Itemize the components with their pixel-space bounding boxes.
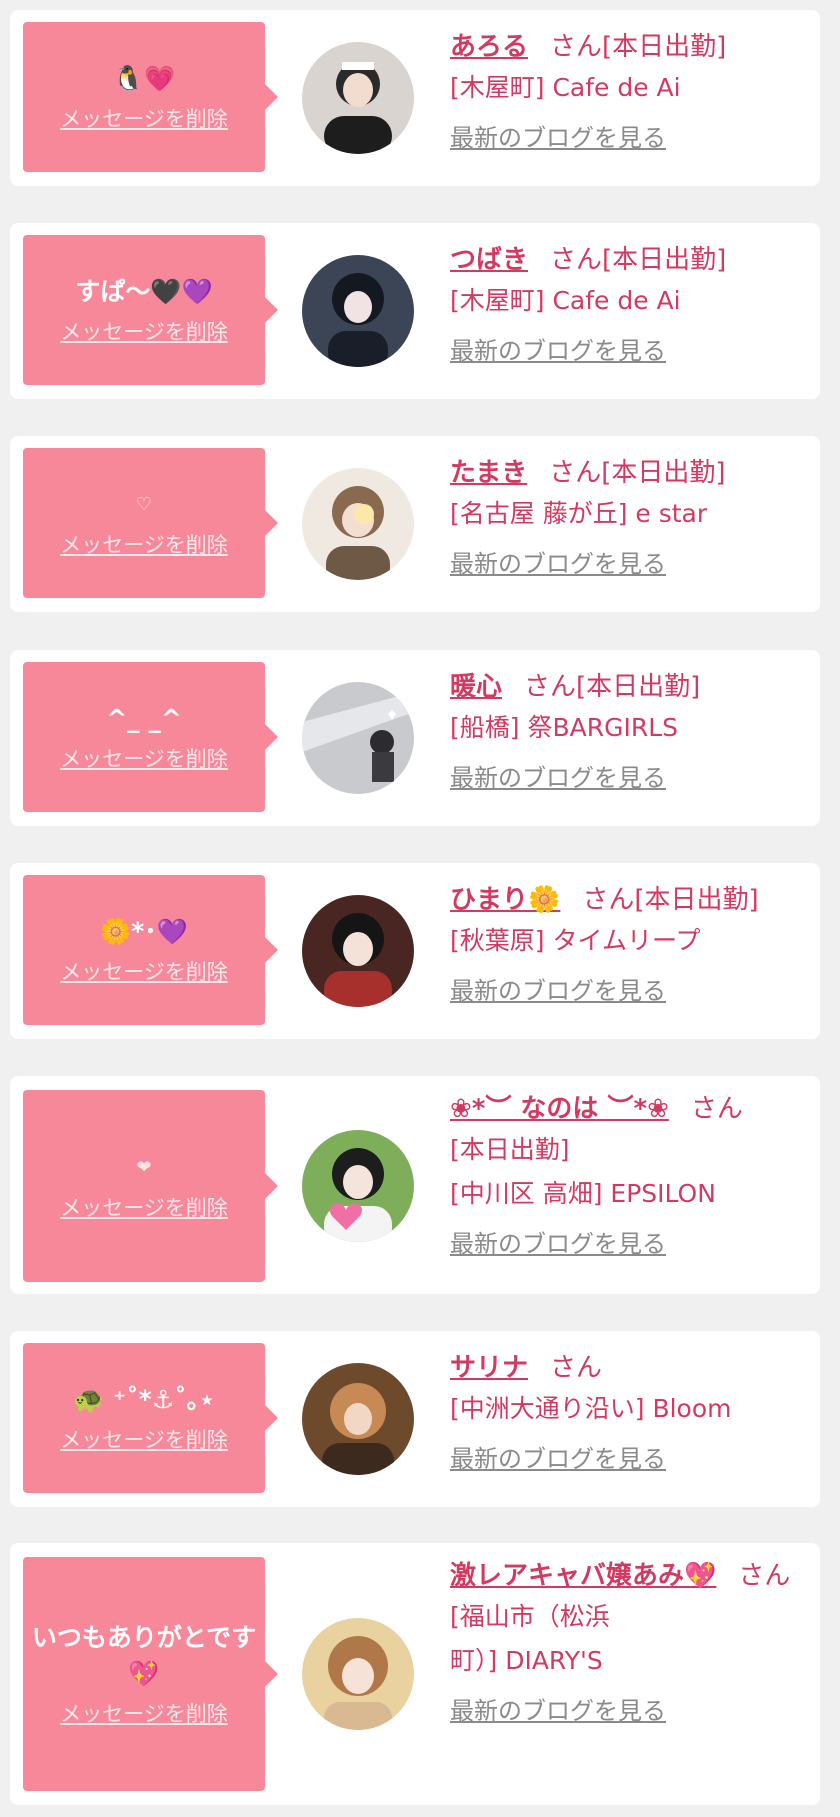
list-item: ^_ _^ メッセージを削除 暖心 さん[本日出勤] [船橋] 祭BARGIRLS… bbox=[10, 650, 820, 826]
delete-message-link[interactable]: メッセージを削除 bbox=[60, 743, 228, 773]
latest-blog-link[interactable]: 最新のブログを見る bbox=[450, 971, 666, 1006]
message-bubble: すぱ〜🖤💜 メッセージを削除 bbox=[23, 235, 278, 385]
delete-message-link[interactable]: メッセージを削除 bbox=[60, 1698, 228, 1728]
latest-blog-link[interactable]: 最新のブログを見る bbox=[450, 331, 666, 366]
profile-name-link[interactable]: あろる bbox=[450, 32, 528, 62]
status-label: [本日出勤] bbox=[576, 672, 701, 702]
message-bubble: ♡ メッセージを削除 bbox=[23, 448, 278, 598]
profile-info: ひまり🌼 さん[本日出勤] [秋葉原] タイムリープ 最新のブログを見る bbox=[450, 881, 810, 1006]
profile-name-link[interactable]: ❀*︶ なのは ︶*❀ bbox=[450, 1094, 669, 1124]
message-bubble: 🐧💗 メッセージを削除 bbox=[23, 22, 278, 172]
message-text: 🌼*･💜 bbox=[100, 917, 188, 946]
list-item: ❤ メッセージを削除 ❀*︶ なのは ︶*❀ さん [本日出勤] [中川区 高畑]… bbox=[10, 1076, 820, 1294]
delete-message-link[interactable]: メッセージを削除 bbox=[60, 316, 228, 346]
list-item: すぱ〜🖤💜 メッセージを削除 つばき さん[本日出勤] [木屋町] Cafe de… bbox=[10, 223, 820, 399]
san-label: さん bbox=[550, 1353, 603, 1383]
profile-info: つばき さん[本日出勤] [木屋町] Cafe de Ai 最新のブログを見る bbox=[450, 241, 810, 366]
avatar[interactable] bbox=[302, 255, 414, 367]
profile-info: 暖心 さん[本日出勤] [船橋] 祭BARGIRLS 最新のブログを見る bbox=[450, 668, 810, 793]
latest-blog-link[interactable]: 最新のブログを見る bbox=[450, 544, 666, 579]
shop-label: [秋葉原] タイムリープ bbox=[450, 926, 701, 955]
avatar[interactable] bbox=[302, 42, 414, 154]
profile-name-link[interactable]: つばき bbox=[450, 245, 528, 275]
san-label: さん bbox=[549, 458, 602, 488]
list-item: 🐧💗 メッセージを削除 あろる さん[本日出勤] [木屋町] Cafe de Ai… bbox=[10, 10, 820, 186]
status-label: [本日出勤] bbox=[602, 245, 727, 275]
avatar[interactable] bbox=[302, 468, 414, 580]
list-item: 🐢 ⁺˚*⚓˚｡⋆ メッセージを削除 サリナ さん [中洲大通り沿い] Bloom… bbox=[10, 1331, 820, 1507]
avatar[interactable] bbox=[302, 682, 414, 794]
message-text: ❤ bbox=[136, 1157, 152, 1178]
profile-name-link[interactable]: 激レアキャバ嬢あみ💖 bbox=[450, 1561, 716, 1591]
latest-blog-link[interactable]: 最新のブログを見る bbox=[450, 1439, 666, 1474]
message-bubble: ^_ _^ メッセージを削除 bbox=[23, 662, 278, 812]
shop-label: [中川区 高畑] EPSILON bbox=[450, 1179, 716, 1208]
message-bubble: 🌼*･💜 メッセージを削除 bbox=[23, 875, 278, 1025]
list-item: 🌼*･💜 メッセージを削除 ひまり🌼 さん[本日出勤] [秋葉原] タイムリープ … bbox=[10, 863, 820, 1039]
profile-info: あろる さん[本日出勤] [木屋町] Cafe de Ai 最新のブログを見る bbox=[450, 28, 810, 153]
san-label: さん bbox=[524, 672, 577, 702]
san-label: さん bbox=[690, 1094, 743, 1124]
shop-label: [福山市（松浜町）] DIARY'S bbox=[450, 1602, 610, 1675]
san-label: さん bbox=[550, 245, 603, 275]
message-text: すぱ〜🖤💜 bbox=[75, 277, 213, 306]
avatar[interactable] bbox=[302, 1363, 414, 1475]
latest-blog-link[interactable]: 最新のブログを見る bbox=[450, 1224, 666, 1259]
san-label: さん bbox=[582, 885, 635, 915]
profile-info: サリナ さん [中洲大通り沿い] Bloom 最新のブログを見る bbox=[450, 1349, 810, 1474]
avatar[interactable] bbox=[302, 1618, 414, 1730]
status-label: [本日出勤] bbox=[634, 885, 759, 915]
shop-label: [木屋町] Cafe de Ai bbox=[450, 286, 681, 315]
latest-blog-link[interactable]: 最新のブログを見る bbox=[450, 118, 666, 153]
message-bubble: ❤ メッセージを削除 bbox=[23, 1090, 278, 1282]
message-text: ^_ _^ bbox=[106, 704, 182, 733]
san-label: さん bbox=[738, 1561, 791, 1591]
message-text: 🐢 ⁺˚*⚓˚｡⋆ bbox=[73, 1385, 215, 1414]
profile-name-link[interactable]: 暖心 bbox=[450, 672, 502, 702]
message-text: ♡ bbox=[135, 494, 153, 515]
list-item: いつもありがとです💖 メッセージを削除 激レアキャバ嬢あみ💖 さん [福山市（松浜… bbox=[10, 1543, 820, 1805]
shop-label: [船橋] 祭BARGIRLS bbox=[450, 713, 678, 742]
message-text: いつもありがとです💖 bbox=[31, 1623, 257, 1688]
profile-info: たまき さん[本日出勤] [名古屋 藤が丘] e star 最新のブログを見る bbox=[450, 454, 810, 579]
message-text: 🐧💗 bbox=[112, 64, 176, 93]
status-label: [本日出勤] bbox=[602, 32, 727, 62]
list-item: ♡ メッセージを削除 たまき さん[本日出勤] [名古屋 藤が丘] e star … bbox=[10, 436, 820, 612]
delete-message-link[interactable]: メッセージを削除 bbox=[60, 956, 228, 986]
message-list: 🐧💗 メッセージを削除 あろる さん[本日出勤] [木屋町] Cafe de Ai… bbox=[0, 0, 840, 1817]
delete-message-link[interactable]: メッセージを削除 bbox=[60, 1192, 228, 1222]
san-label: さん bbox=[550, 32, 603, 62]
avatar[interactable] bbox=[302, 1130, 414, 1242]
shop-label: [木屋町] Cafe de Ai bbox=[450, 73, 681, 102]
profile-info: ❀*︶ なのは ︶*❀ さん [本日出勤] [中川区 高畑] EPSILON 最新… bbox=[450, 1090, 810, 1259]
profile-name-link[interactable]: たまき bbox=[450, 458, 527, 488]
message-bubble: いつもありがとです💖 メッセージを削除 bbox=[23, 1557, 278, 1791]
status-label: [本日出勤] bbox=[601, 458, 726, 488]
profile-name-link[interactable]: サリナ bbox=[450, 1353, 528, 1383]
delete-message-link[interactable]: メッセージを削除 bbox=[60, 103, 228, 133]
latest-blog-link[interactable]: 最新のブログを見る bbox=[450, 1691, 666, 1726]
latest-blog-link[interactable]: 最新のブログを見る bbox=[450, 758, 666, 793]
profile-info: 激レアキャバ嬢あみ💖 さん [福山市（松浜町）] DIARY'S 最新のブログを見… bbox=[450, 1557, 810, 1726]
avatar[interactable] bbox=[302, 895, 414, 1007]
shop-label: [名古屋 藤が丘] e star bbox=[450, 499, 708, 528]
profile-name-link[interactable]: ひまり🌼 bbox=[450, 885, 560, 915]
delete-message-link[interactable]: メッセージを削除 bbox=[60, 1424, 228, 1454]
status-label: [本日出勤] bbox=[450, 1135, 570, 1164]
shop-label: [中洲大通り沿い] Bloom bbox=[450, 1394, 732, 1423]
message-bubble: 🐢 ⁺˚*⚓˚｡⋆ メッセージを削除 bbox=[23, 1343, 278, 1493]
delete-message-link[interactable]: メッセージを削除 bbox=[60, 529, 228, 559]
